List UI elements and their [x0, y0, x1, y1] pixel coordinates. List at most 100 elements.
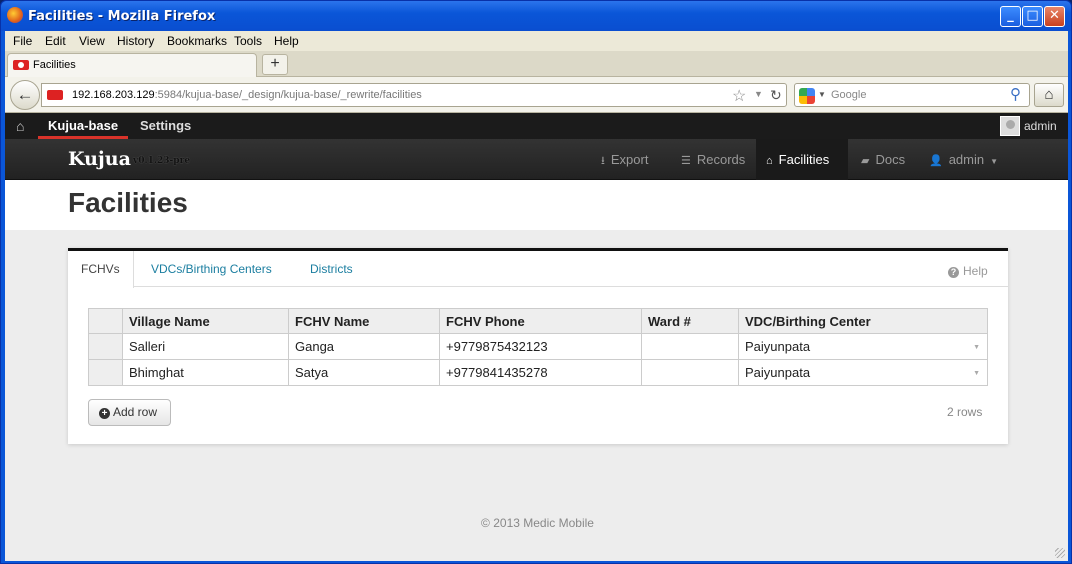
add-row-button[interactable]: + Add row [88, 399, 171, 426]
cell-vdc-value: Paiyunpata [745, 365, 811, 380]
reload-icon[interactable]: ↻ [770, 87, 782, 104]
footer-copyright: © 2013 Medic Mobile [481, 516, 594, 530]
menu-bookmarks[interactable]: Bookmarks [167, 34, 227, 48]
site-identity-icon[interactable] [47, 90, 63, 100]
cell-vdc-select[interactable]: Paiyunpata ▼ [738, 359, 988, 386]
url-dropdown-icon[interactable]: ▼ [754, 89, 763, 99]
search-icon[interactable]: ⚲ [1010, 85, 1021, 103]
back-button[interactable]: ← [10, 80, 40, 110]
menu-help[interactable]: Help [274, 34, 299, 48]
engine-dropdown-icon[interactable]: ▼ [818, 90, 826, 99]
nav-export-label: Export [610, 152, 649, 167]
cell-village-name[interactable]: Salleri [122, 333, 289, 360]
cell-fchv-phone[interactable]: +9779875432123 [439, 333, 642, 360]
user-icon: 👤 [929, 155, 943, 167]
google-engine-icon[interactable] [799, 88, 815, 104]
app-navbar: Kujua v0.1.23-pre ⭳ Export ☰ Records ⌂ Faci… [5, 139, 1068, 180]
help-label: Help [963, 264, 988, 278]
user-name[interactable]: admin [1024, 119, 1057, 133]
nav-export[interactable]: ⭳ Export [591, 139, 658, 180]
nav-admin-label: admin [948, 152, 985, 167]
search-input[interactable]: Google [831, 89, 866, 101]
footer: © 2013 Medic Mobile [5, 516, 1068, 530]
download-icon: ⭳ [601, 155, 605, 167]
nav-records-label: Records [696, 152, 746, 167]
bookmark-star-icon[interactable]: ☆ [732, 86, 746, 106]
list-icon: ☰ [681, 155, 691, 167]
page-title: Facilities [68, 187, 188, 218]
cell-village-name[interactable]: Bhimghat [122, 359, 289, 386]
nav-docs[interactable]: ▰ Docs [851, 139, 915, 180]
row-handle[interactable] [88, 333, 123, 360]
avatar[interactable] [1000, 116, 1020, 136]
nav-facilities[interactable]: ⌂ Facilities [756, 139, 848, 180]
table-row: Salleri Ganga +9779875432123 Paiyunpata ▼ [88, 333, 988, 360]
nav-admin-menu[interactable]: 👤 admin ▼ [919, 139, 1008, 180]
home-icon[interactable]: ⌂ [16, 118, 24, 134]
url-host: 192.168.203.129 [72, 89, 155, 101]
col-vdc[interactable]: VDC/Birthing Center [738, 308, 988, 334]
nav-kujua-base[interactable]: Kujua-base [38, 113, 129, 139]
add-row-label: Add row [113, 405, 158, 419]
maximize-button[interactable]: □ [1022, 6, 1043, 27]
close-button[interactable]: ✕ [1044, 6, 1065, 27]
browser-tab[interactable]: Facilities [7, 53, 257, 77]
nav-settings[interactable]: Settings [140, 113, 191, 139]
menu-bar: File Edit View History Bookmarks Tools H… [5, 31, 1068, 51]
url-text[interactable]: 192.168.203.129:5984/kujua-base/_design/… [72, 89, 422, 101]
select-arrow-icon[interactable]: ▼ [973, 370, 980, 377]
cell-fchv-name[interactable]: Satya [288, 359, 440, 386]
firefox-icon [7, 7, 23, 23]
row-handle[interactable] [88, 359, 123, 386]
col-fchv-phone[interactable]: FCHV Phone [439, 308, 642, 334]
cell-vdc-select[interactable]: Paiyunpata ▼ [738, 333, 988, 360]
row-header-corner [88, 308, 123, 334]
table-header-row: Village Name FCHV Name FCHV Phone Ward #… [88, 308, 988, 334]
title-bar: Facilities - Mozilla Firefox _ □ ✕ [1, 1, 1071, 31]
browser-window: Facilities - Mozilla Firefox _ □ ✕ File … [0, 0, 1072, 564]
top-navbar: ⌂ Kujua-base Settings admin [5, 113, 1068, 139]
menu-file[interactable]: File [13, 34, 32, 48]
url-path: :5984/kujua-base/_design/kujua-base/_rew… [154, 89, 422, 101]
tab-districts[interactable]: Districts [297, 251, 366, 287]
cell-ward[interactable] [641, 359, 739, 386]
cell-ward[interactable] [641, 333, 739, 360]
nav-docs-label: Docs [875, 152, 906, 167]
web-page: ⌂ Kujua-base Settings admin Kujua v0.1.2… [5, 113, 1068, 561]
col-ward[interactable]: Ward # [641, 308, 739, 334]
tab-fchvs[interactable]: FCHVs [68, 251, 134, 288]
page-header: Facilities [5, 180, 1068, 230]
tab-vdcs[interactable]: VDCs/Birthing Centers [138, 251, 285, 287]
home-icon: ⌂ [766, 155, 773, 167]
kujua-favicon-icon [13, 60, 29, 70]
help-link[interactable]: ? Help [948, 264, 988, 278]
col-fchv-name[interactable]: FCHV Name [288, 308, 440, 334]
version-label: v0.1.23-pre [133, 156, 191, 166]
brand-logo[interactable]: Kujua [68, 148, 131, 170]
book-icon: ▰ [861, 155, 870, 167]
minimize-button[interactable]: _ [1000, 6, 1021, 27]
home-button[interactable]: ⌂ [1034, 83, 1064, 107]
nav-records[interactable]: ☰ Records [671, 139, 755, 180]
select-arrow-icon[interactable]: ▼ [973, 344, 980, 351]
window-title: Facilities - Mozilla Firefox [28, 9, 216, 24]
cell-vdc-value: Paiyunpata [745, 339, 811, 354]
panel-tabs: FCHVs VDCs/Birthing Centers Districts ? H… [68, 251, 1008, 288]
menu-history[interactable]: History [117, 34, 154, 48]
menu-view[interactable]: View [79, 34, 105, 48]
resize-grip-icon[interactable] [1055, 548, 1065, 558]
cell-fchv-name[interactable]: Ganga [288, 333, 440, 360]
menu-tools[interactable]: Tools [234, 34, 262, 48]
question-icon: ? [948, 267, 959, 278]
caret-down-icon: ▼ [990, 157, 999, 166]
menu-edit[interactable]: Edit [45, 34, 66, 48]
nav-facilities-label: Facilities [778, 152, 830, 167]
search-bar[interactable]: ▼ Google ⚲ [794, 83, 1030, 107]
facilities-panel: FCHVs VDCs/Birthing Centers Districts ? H… [68, 248, 1008, 444]
tab-strip: Facilities + [5, 51, 1068, 77]
url-bar[interactable]: 192.168.203.129:5984/kujua-base/_design/… [41, 83, 787, 107]
col-village-name[interactable]: Village Name [122, 308, 289, 334]
fchv-table: Village Name FCHV Name FCHV Phone Ward #… [88, 308, 988, 386]
cell-fchv-phone[interactable]: +9779841435278 [439, 359, 642, 386]
new-tab-button[interactable]: + [262, 54, 288, 75]
